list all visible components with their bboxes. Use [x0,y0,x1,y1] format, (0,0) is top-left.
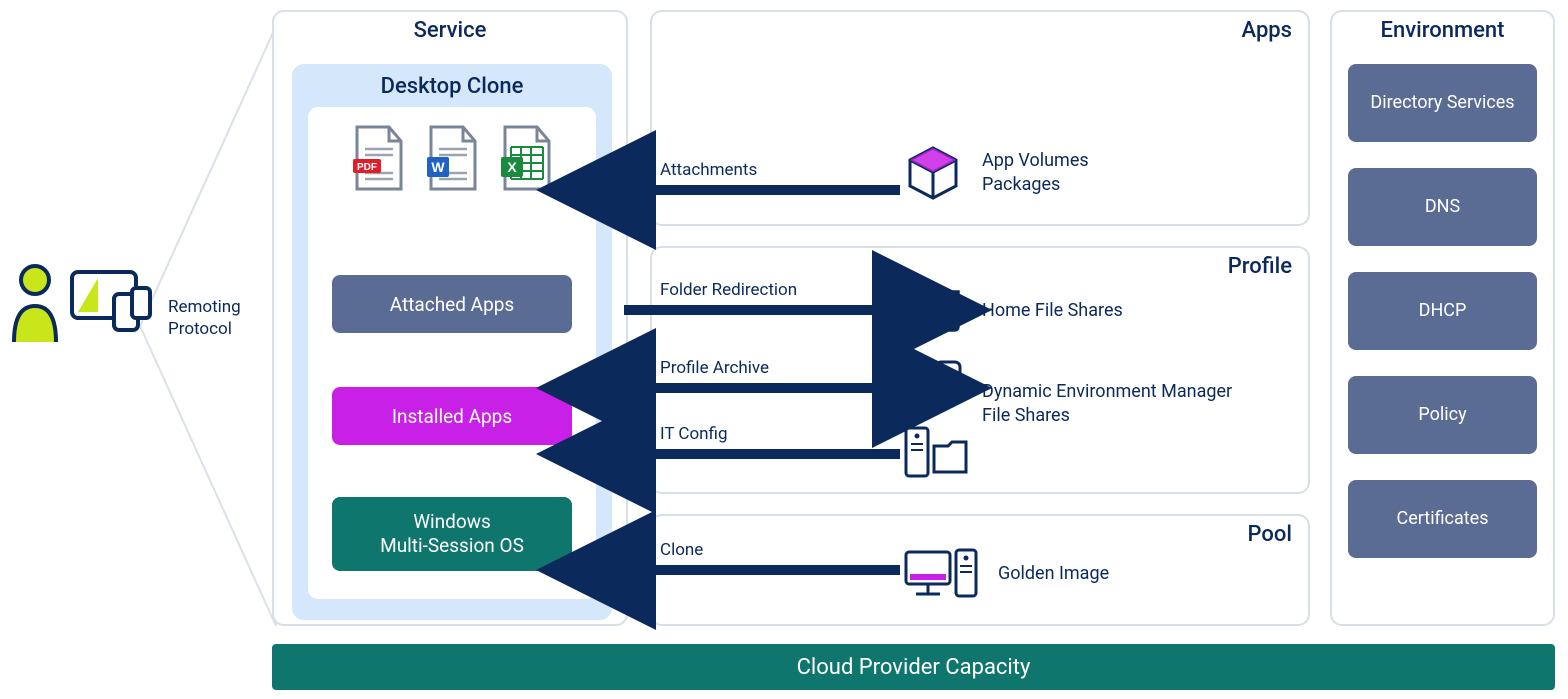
desktop-clone-title: Desktop Clone [292,64,612,107]
pool-panel: Pool Golden Image [650,514,1310,626]
profile-title: Profile [1228,254,1292,279]
capacity-bar-label: Cloud Provider Capacity [797,655,1031,680]
app-volumes-item: App Volumes Packages [902,142,1089,204]
desktop-clone-inner: PDF W [308,107,596,599]
svg-text:X: X [507,159,517,175]
env-item-dns: DNS [1348,168,1537,246]
arrow-label-clone: Clone [660,540,703,560]
arrow-label-it-config: IT Config [660,424,728,444]
server-folder-item [902,424,972,482]
user-speech-icon [902,358,964,414]
arrow-label-folder-redirection: Folder Redirection [660,280,797,300]
home-file-shares-label: Home File Shares [982,299,1123,323]
env-item-certificates: Certificates [1348,480,1537,558]
windows-os-label-2: Multi-Session OS [380,534,524,558]
environment-panel: Environment Directory Services DNS DHCP … [1330,10,1555,626]
home-file-shares-item: Home File Shares [902,286,1123,336]
service-title: Service [414,18,487,43]
server-folder-icon [902,424,972,482]
attached-apps-box: Attached Apps [332,275,572,333]
devices-icon [68,268,154,338]
svg-text:PDF: PDF [357,162,377,173]
cloud-provider-capacity-bar: Cloud Provider Capacity [272,644,1555,690]
apps-panel: Apps App Volumes Packages [650,10,1310,226]
env-item-dhcp: DHCP [1348,272,1537,350]
user-icon [8,262,62,344]
golden-image-item: Golden Image [902,546,1109,602]
svg-text:W: W [431,159,445,175]
service-panel: Service Desktop Clone PDF [272,10,628,626]
package-cube-icon [902,142,964,204]
attached-apps-label: Attached Apps [390,293,514,316]
desktop-clone-box: Desktop Clone PDF [292,64,612,620]
env-item-policy: Policy [1348,376,1537,454]
windows-os-box: Windows Multi-Session OS [332,497,572,571]
windows-os-label-1: Windows [413,510,491,534]
environment-title: Environment [1381,18,1505,43]
excel-icon: X [497,125,555,193]
dem-label: Dynamic Environment Manager File Shares [982,380,1282,429]
apps-title: Apps [1242,18,1292,43]
folder-icon [902,286,964,336]
golden-image-label: Golden Image [998,562,1109,586]
app-volumes-label: App Volumes Packages [982,149,1089,198]
installed-apps-box: Installed Apps [332,387,572,445]
word-icon: W [423,125,481,193]
dem-user-item: Dynamic Environment Manager File Shares [902,358,964,414]
pdf-icon: PDF [349,125,407,193]
pool-title: Pool [1248,522,1292,547]
installed-apps-label: Installed Apps [392,405,512,428]
desktop-tower-icon [902,546,980,602]
arrow-label-profile-archive: Profile Archive [660,358,769,378]
arrow-label-attachments: Attachments [660,160,757,180]
env-item-directory-services: Directory Services [1348,64,1537,142]
environment-stack: Directory Services DNS DHCP Policy Certi… [1332,12,1553,558]
remoting-protocol-label: Remoting Protocol [168,296,241,340]
file-icons-row: PDF W [308,107,596,193]
